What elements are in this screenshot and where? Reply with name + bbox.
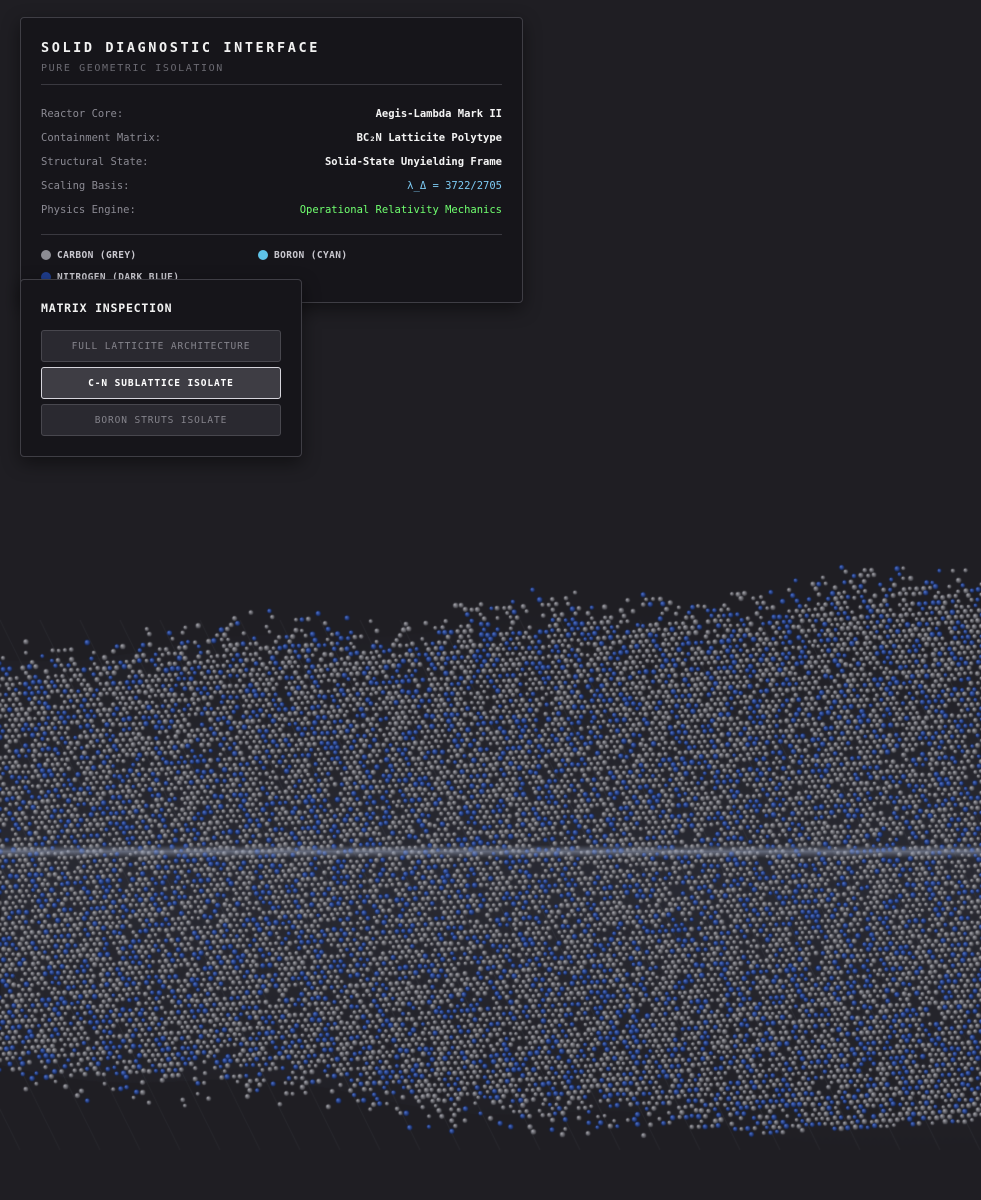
- row-reactor-core: Reactor Core: Aegis-Lambda Mark II: [41, 102, 502, 126]
- divider: [41, 84, 502, 85]
- legend-item-carbon: CARBON (GREY): [41, 244, 258, 266]
- row-label: Scaling Basis:: [41, 180, 130, 192]
- row-containment-matrix: Containment Matrix: BC₂N Latticite Polyt…: [41, 126, 502, 150]
- legend-label: BORON (CYAN): [274, 249, 348, 261]
- row-value: Solid-State Unyielding Frame: [324, 156, 502, 168]
- row-physics-engine: Physics Engine: Operational Relativity M…: [41, 198, 502, 222]
- divider: [41, 234, 502, 235]
- row-structural-state: Structural State: Solid-State Unyielding…: [41, 150, 502, 174]
- row-value: λ_Δ = 3722/2705: [407, 180, 502, 192]
- matrix-inspection-heading: MATRIX INSPECTION: [41, 301, 173, 315]
- row-value: Aegis-Lambda Mark II: [375, 108, 502, 120]
- panel-subtitle: PURE GEOMETRIC ISOLATION: [41, 63, 224, 74]
- cn-sublattice-isolate-button[interactable]: C-N SUBLATTICE ISOLATE: [41, 367, 281, 399]
- carbon-dot-icon: [41, 250, 51, 260]
- boron-dot-icon: [258, 250, 268, 260]
- full-latticite-architecture-button[interactable]: FULL LATTICITE ARCHITECTURE: [41, 330, 281, 362]
- app-root: SOLID DIAGNOSTIC INTERFACE PURE GEOMETRI…: [0, 0, 981, 1200]
- row-value: Operational Relativity Mechanics: [299, 204, 502, 216]
- panel-title: SOLID DIAGNOSTIC INTERFACE: [41, 40, 320, 56]
- legend-item-boron: BORON (CYAN): [258, 244, 475, 266]
- matrix-inspection-panel: MATRIX INSPECTION FULL LATTICITE ARCHITE…: [20, 279, 302, 457]
- boron-struts-isolate-button[interactable]: BORON STRUTS ISOLATE: [41, 404, 281, 436]
- row-scaling-basis: Scaling Basis: λ_Δ = 3722/2705: [41, 174, 502, 198]
- row-label: Reactor Core:: [41, 108, 124, 120]
- row-value: BC₂N Latticite Polytype: [356, 132, 502, 144]
- diagnostic-rows: Reactor Core: Aegis-Lambda Mark II Conta…: [41, 102, 502, 222]
- row-label: Structural State:: [41, 156, 149, 168]
- diagnostic-panel: SOLID DIAGNOSTIC INTERFACE PURE GEOMETRI…: [20, 17, 523, 303]
- row-label: Containment Matrix:: [41, 132, 162, 144]
- row-label: Physics Engine:: [41, 204, 136, 216]
- legend-label: CARBON (GREY): [57, 249, 137, 261]
